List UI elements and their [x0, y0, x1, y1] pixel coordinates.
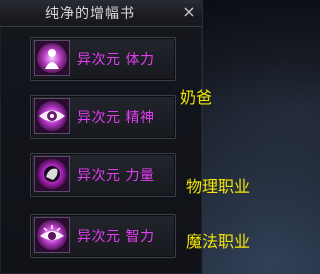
enhancement-book-window: 纯净的增幅书 × 异次元 体力 异次元 精神 异次元 力量 异次元 智力: [0, 0, 203, 274]
annotation-physical: 物理职业: [186, 177, 251, 196]
figure-icon: [34, 40, 70, 76]
close-icon[interactable]: ×: [180, 2, 198, 22]
option-spirit[interactable]: 异次元 精神: [30, 95, 176, 139]
option-label: 异次元 体力: [77, 52, 155, 68]
option-strength[interactable]: 异次元 力量: [30, 153, 176, 197]
option-label: 异次元 智力: [77, 229, 155, 245]
option-label: 异次元 力量: [77, 168, 155, 184]
fist-orb-icon: [34, 156, 70, 192]
window-titlebar[interactable]: 纯净的增幅书 ×: [0, 0, 202, 27]
window-title: 纯净的增幅书: [45, 6, 135, 22]
option-stamina[interactable]: 异次元 体力: [30, 37, 176, 81]
wise-eye-icon: [34, 217, 70, 253]
annotation-magic: 魔法职业: [186, 232, 251, 251]
eye-icon: [34, 98, 70, 134]
option-label: 异次元 精神: [77, 110, 155, 126]
annotation-nurse: 奶爸: [180, 88, 213, 107]
option-intelligence[interactable]: 异次元 智力: [30, 214, 176, 258]
